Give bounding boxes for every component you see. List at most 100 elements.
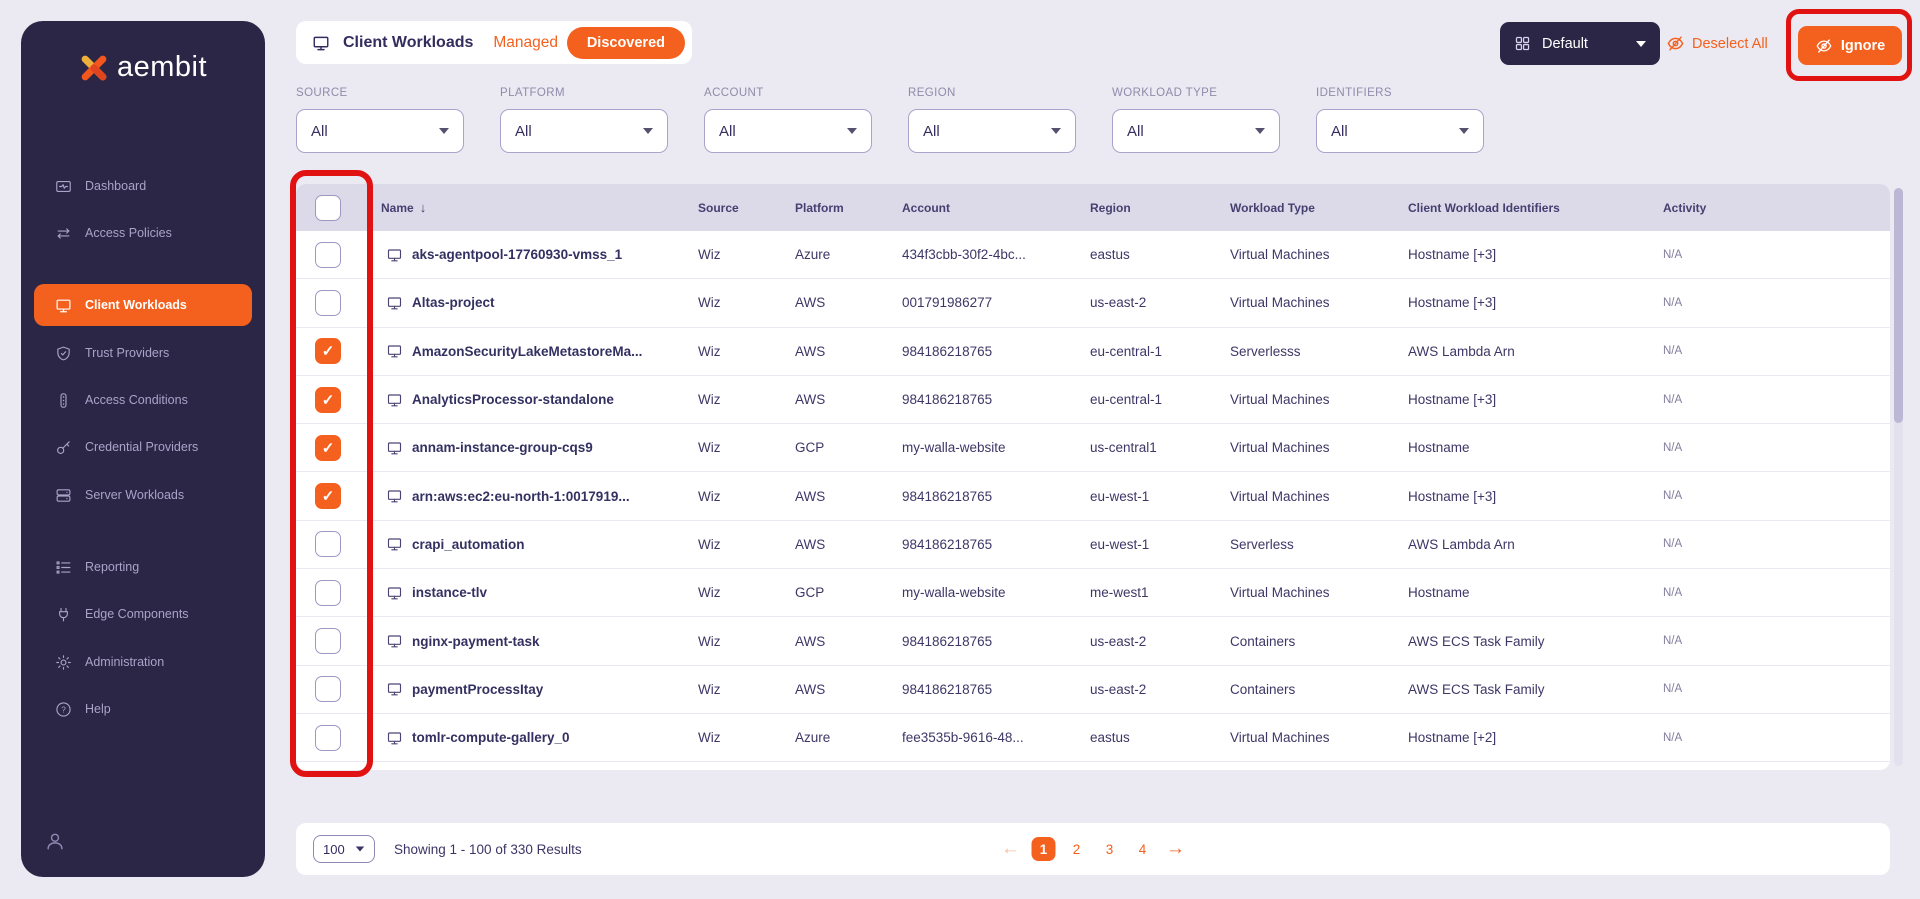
tab-managed[interactable]: Managed (493, 34, 558, 52)
table-header-row: Name ↓ Source Platform Account Region Wo… (296, 184, 1890, 231)
column-header-account[interactable]: Account (902, 201, 1090, 215)
cell-source: Wiz (698, 488, 721, 504)
row-checkbox[interactable]: ✓ (315, 483, 341, 510)
cell-account: my-walla-website (902, 585, 1006, 601)
workload-name-link[interactable]: arn:aws:ec2:eu-north-1:0017919... (412, 489, 630, 504)
filter-label: REGION (908, 87, 956, 99)
filter-label: SOURCE (296, 87, 348, 99)
row-checkbox[interactable]: ✓ (315, 338, 341, 365)
monitor-icon (312, 34, 332, 52)
cell-platform: AWS (795, 343, 826, 359)
filter-identifiers-select[interactable]: All (1316, 109, 1484, 153)
row-checkbox[interactable] (315, 628, 341, 655)
chevron-down-icon (1051, 128, 1061, 134)
list-icon (55, 559, 72, 576)
workload-name-link[interactable]: Altas-project (412, 295, 495, 310)
view-selector-dropdown[interactable]: Default (1500, 22, 1660, 65)
workload-name-link[interactable]: AnalyticsProcessor-standalone (412, 392, 614, 407)
workload-name-link[interactable]: aks-agentpool-17760930-vmss_1 (412, 247, 622, 262)
row-checkbox[interactable] (315, 289, 341, 316)
workload-name-link[interactable]: crapi_automation (412, 537, 525, 552)
table-row: ✓ arn:aws:ec2:eu-north-1:0017919... Wiz AWS… (296, 472, 1890, 521)
workload-name-link[interactable]: instance-tlv (412, 585, 487, 600)
column-header-workload-type[interactable]: Workload Type (1230, 201, 1408, 215)
page-button-1[interactable]: 1 (1031, 837, 1056, 861)
sidebar-item-access-conditions[interactable]: Access Conditions (34, 379, 252, 421)
workload-monitor-icon (386, 488, 403, 504)
table-scrollbar-thumb[interactable] (1894, 188, 1903, 423)
cell-workload-type: Containers (1230, 633, 1296, 649)
column-header-activity[interactable]: Activity (1663, 201, 1890, 215)
filter-account: ACCOUNT All (704, 87, 872, 153)
prev-page-icon[interactable]: ← (999, 838, 1023, 860)
table-row: crapi_automation Wiz AWS 984186218765 eu-wes… (296, 520, 1890, 570)
cell-platform: GCP (795, 585, 825, 601)
sidebar-item-administration[interactable]: Administration (34, 641, 252, 683)
page-button-2[interactable]: 2 (1065, 837, 1089, 861)
row-checkbox[interactable] (315, 531, 341, 558)
sidebar-item-client-workloads[interactable]: Client Workloads (34, 284, 252, 326)
next-page-icon[interactable]: → (1164, 838, 1188, 860)
row-checkbox[interactable] (315, 241, 341, 268)
eye-off-icon (1815, 37, 1833, 55)
filter-region-select[interactable]: All (908, 109, 1076, 153)
cell-identifiers: Hostname (1408, 440, 1470, 456)
sidebar-item-trust-providers[interactable]: Trust Providers (34, 332, 252, 374)
cell-region: eastus (1090, 247, 1130, 263)
row-checkbox[interactable] (315, 676, 341, 703)
page-button-4[interactable]: 4 (1131, 837, 1155, 861)
workload-name-link[interactable]: paymentProcessItay (412, 682, 543, 697)
filter-platform-select[interactable]: All (500, 109, 668, 153)
page-size-select[interactable]: 100 (313, 835, 375, 863)
filter-value: All (923, 122, 940, 140)
column-header-platform[interactable]: Platform (795, 201, 902, 215)
cell-identifiers: AWS Lambda Arn (1408, 536, 1515, 552)
cell-activity: N/A (1663, 296, 1683, 309)
row-checkbox[interactable] (315, 579, 341, 606)
filter-workload-type-select[interactable]: All (1112, 109, 1280, 153)
cell-activity: N/A (1663, 683, 1683, 696)
cell-identifiers: Hostname [+2] (1408, 730, 1497, 746)
user-avatar-icon[interactable] (44, 830, 66, 852)
filter-source: SOURCE All (296, 87, 464, 153)
help-icon: ? (55, 701, 72, 718)
sidebar-item-access-policies[interactable]: Access Policies (34, 212, 252, 254)
column-header-source[interactable]: Source (698, 201, 795, 215)
plug-icon (55, 606, 72, 623)
table-row: ✓ AmazonSecurityLakeMetastoreMa... Wiz AWS 9… (296, 327, 1890, 376)
sort-descending-icon[interactable]: ↓ (420, 200, 427, 215)
filter-source-select[interactable]: All (296, 109, 464, 153)
column-header-identifiers[interactable]: Client Workload Identifiers (1408, 201, 1663, 215)
ignore-button[interactable]: Ignore (1798, 26, 1902, 65)
workload-name-link[interactable]: AmazonSecurityLakeMetastoreMa... (412, 344, 642, 359)
cell-platform: AWS (795, 295, 826, 311)
cell-region: us-east-2 (1090, 295, 1147, 311)
filter-value: All (1127, 122, 1144, 140)
column-header-region[interactable]: Region (1090, 201, 1230, 215)
cell-workload-type: Virtual Machines (1230, 440, 1330, 456)
sidebar-item-edge-components[interactable]: Edge Components (34, 593, 252, 635)
sidebar-item-help[interactable]: ? Help (34, 688, 252, 730)
page-button-3[interactable]: 3 (1098, 837, 1122, 861)
deselect-all-button[interactable]: Deselect All (1666, 22, 1768, 65)
filter-label: WORKLOAD TYPE (1112, 87, 1218, 99)
row-checkbox[interactable]: ✓ (315, 434, 341, 461)
select-all-checkbox[interactable] (315, 194, 341, 221)
cell-account: 984186218765 (902, 343, 993, 359)
row-checkbox[interactable]: ✓ (315, 386, 341, 413)
workload-name-link[interactable]: tomlr-compute-gallery_0 (412, 730, 570, 745)
sidebar-item-credential-providers[interactable]: Credential Providers (34, 426, 252, 468)
filter-account-select[interactable]: All (704, 109, 872, 153)
sidebar-item-dashboard[interactable]: Dashboard (34, 165, 252, 207)
cell-identifiers: Hostname [+3] (1408, 295, 1497, 311)
workload-name-link[interactable]: nginx-payment-task (412, 634, 540, 649)
sidebar: aembit Dashboard Access Policies Client … (21, 21, 265, 877)
tab-discovered[interactable]: Discovered (566, 26, 685, 59)
column-header-name[interactable]: Name (381, 201, 414, 215)
row-checkbox[interactable] (315, 724, 341, 751)
workload-name-link[interactable]: annam-instance-group-cqs9 (412, 440, 593, 455)
cell-source: Wiz (698, 730, 721, 746)
sidebar-item-server-workloads[interactable]: Server Workloads (34, 474, 252, 516)
sidebar-item-reporting[interactable]: Reporting (34, 546, 252, 588)
server-icon (55, 487, 72, 504)
